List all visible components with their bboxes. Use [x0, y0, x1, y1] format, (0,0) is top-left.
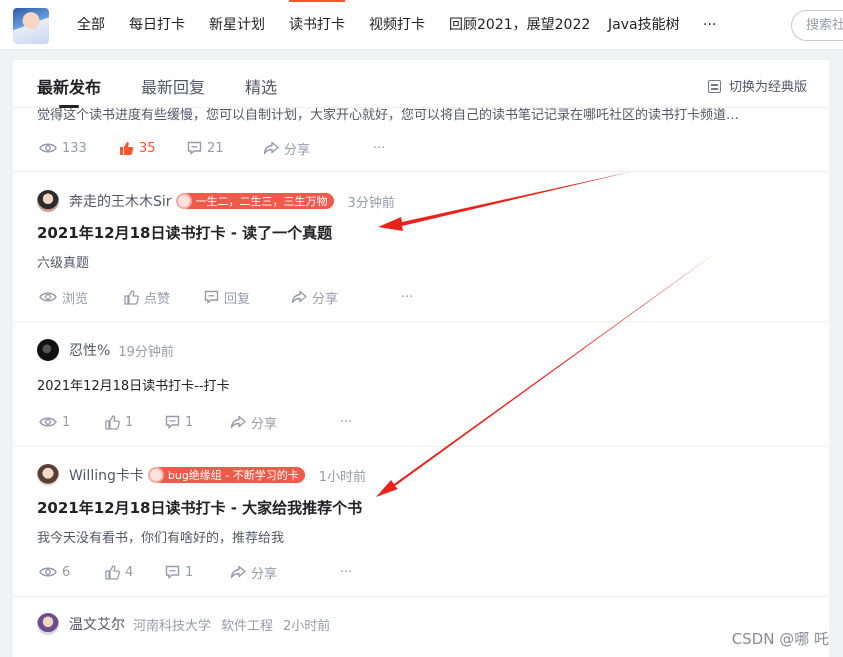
more-icon[interactable]: ··· — [340, 562, 352, 582]
avatar[interactable] — [37, 190, 59, 212]
tab-latest[interactable]: 最新发布 — [37, 74, 101, 108]
post-summary[interactable]: 2021年12月18日读书打卡--打卡 — [37, 375, 230, 394]
more-icon[interactable]: ··· — [340, 412, 352, 432]
author-school: 河南科技大学 — [133, 618, 212, 634]
eye-icon — [39, 567, 57, 577]
post-item[interactable]: 奔走的王木木Sir 一生二，二生三，三生万物 3分钟前 2021年12月18日读… — [13, 172, 829, 322]
search-input[interactable]: 搜索社 — [791, 10, 843, 41]
comment-icon — [187, 141, 202, 155]
author-name[interactable]: 温文艾尔 — [69, 614, 125, 634]
post-header: 奔走的王木木Sir 一生二，二生三，三生万物 3分钟前 — [37, 190, 395, 212]
share-button[interactable]: 分享 — [263, 138, 310, 158]
like-button[interactable]: 1 — [105, 412, 133, 432]
tab-featured[interactable]: 精选 — [245, 74, 277, 98]
post-summary: 觉得这个读书进度有些缓慢，您可以自制计划，大家开心就好，您可以将自己的读书笔记记… — [37, 108, 740, 123]
comment-icon — [204, 290, 219, 304]
share-icon — [291, 290, 307, 304]
group-badge[interactable]: bug绝缘组 - 不断学习的卡 — [147, 467, 305, 483]
comment-button[interactable]: 21 — [187, 138, 224, 158]
eye-icon — [39, 143, 57, 153]
tab-latest-reply[interactable]: 最新回复 — [141, 74, 205, 98]
avatar[interactable] — [37, 613, 59, 635]
nav-item-daily-checkin[interactable]: 每日打卡 — [129, 0, 185, 50]
badge-icon — [175, 193, 192, 209]
share-icon — [230, 415, 246, 429]
like-button[interactable]: 4 — [105, 562, 133, 582]
nav-more-icon[interactable]: ··· — [703, 0, 716, 50]
group-badge[interactable]: 一生二，二生三，三生万物 — [175, 193, 334, 209]
community-avatar[interactable] — [13, 8, 49, 44]
post-item[interactable]: Willing卡卡 bug绝缘组 - 不断学习的卡 1小时前 2021年12月1… — [13, 447, 829, 597]
author-name[interactable]: 忍性% — [69, 340, 110, 360]
thumbs-up-icon — [124, 289, 139, 305]
post-summary: 六级真题 — [37, 256, 90, 271]
post-item[interactable]: 觉得这个读书进度有些缓慢，您可以自制计划，大家开心就好，您可以将自己的读书笔记记… — [13, 108, 829, 172]
top-nav: 全部 每日打卡 新星计划 读书打卡 视频打卡 回顾2021，展望2022 Jav… — [0, 0, 843, 50]
view-count: 6 — [39, 562, 70, 582]
view-count: 1 — [39, 412, 70, 432]
like-button[interactable]: 点赞 — [124, 287, 170, 307]
avatar[interactable] — [37, 339, 59, 361]
post-time: 19分钟前 — [118, 344, 174, 360]
comment-icon — [165, 565, 180, 579]
nav-item-all[interactable]: 全部 — [77, 0, 105, 50]
switch-icon — [707, 80, 721, 93]
comment-icon — [165, 415, 180, 429]
thumbs-up-icon — [120, 141, 134, 155]
author-major: 软件工程 — [221, 618, 274, 634]
post-header: 温文艾尔 河南科技大学 软件工程 2小时前 — [37, 613, 330, 635]
share-icon — [230, 565, 246, 579]
nav-item-java-skill-tree[interactable]: Java技能树 — [608, 0, 680, 50]
post-title[interactable]: 2021年12月18日读书打卡 - 大家给我推荐个书 — [37, 497, 362, 518]
thumbs-up-icon — [105, 414, 120, 430]
comment-button[interactable]: 回复 — [204, 287, 250, 307]
feed-tabs: 最新发布 最新回复 精选 切换为经典版 — [13, 60, 829, 108]
badge-icon — [147, 467, 164, 483]
share-button[interactable]: 分享 — [291, 287, 338, 307]
avatar[interactable] — [37, 464, 59, 486]
author-name[interactable]: Willing卡卡 — [69, 465, 144, 485]
thumbs-up-icon — [105, 564, 120, 580]
share-button[interactable]: 分享 — [230, 412, 277, 432]
nav-item-new-star[interactable]: 新星计划 — [209, 0, 265, 50]
post-time: 1小时前 — [318, 469, 367, 485]
watermark: CSDN @哪 吒 — [731, 630, 829, 648]
comment-button[interactable]: 1 — [165, 562, 193, 582]
post-summary: 我今天没有看书，你们有啥好的，推荐给我 — [37, 531, 285, 546]
author-name[interactable]: 奔走的王木木Sir — [69, 191, 172, 211]
post-header: Willing卡卡 bug绝缘组 - 不断学习的卡 1小时前 — [37, 464, 366, 486]
post-title[interactable]: 2021年12月18日读书打卡 - 读了一个真题 — [37, 222, 332, 243]
post-time: 2小时前 — [283, 618, 331, 634]
nav-item-reading-checkin[interactable]: 读书打卡 — [289, 0, 345, 50]
post-header: 忍性% 19分钟前 — [37, 339, 174, 361]
eye-icon — [39, 417, 57, 427]
more-icon[interactable]: ··· — [373, 138, 385, 158]
post-item[interactable]: 温文艾尔 河南科技大学 软件工程 2小时前 — [13, 597, 829, 657]
share-button[interactable]: 分享 — [230, 562, 277, 582]
share-icon — [263, 141, 279, 155]
view-count: 浏览 — [39, 287, 88, 307]
feed-panel: 最新发布 最新回复 精选 切换为经典版 觉得这个读书进度有些缓慢，您可以自制计划… — [13, 60, 829, 657]
comment-button[interactable]: 1 — [165, 412, 193, 432]
view-count: 133 — [39, 138, 87, 158]
like-button[interactable]: 35 — [119, 138, 156, 158]
switch-classic-button[interactable]: 切换为经典版 — [707, 76, 807, 95]
nav-item-video-checkin[interactable]: 视频打卡 — [369, 0, 425, 50]
post-item[interactable]: 忍性% 19分钟前 2021年12月18日读书打卡--打卡 1 1 1 分享 ·… — [13, 322, 829, 447]
eye-icon — [39, 292, 57, 302]
nav-item-review-2021[interactable]: 回顾2021，展望2022 — [449, 0, 590, 50]
post-time: 3分钟前 — [347, 195, 395, 211]
more-icon[interactable]: ··· — [401, 287, 413, 307]
